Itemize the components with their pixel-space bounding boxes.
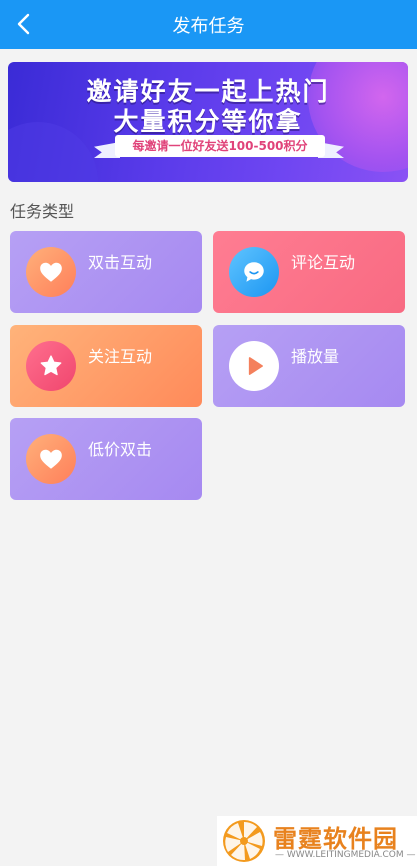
task-card-follow[interactable]: 关注互动 — [10, 325, 202, 407]
chat-bubble-icon — [229, 247, 279, 297]
banner-ribbon: 每邀请一位好友送100-500积分 — [115, 135, 325, 157]
section-title-task-type: 任务类型 — [10, 202, 75, 221]
star-icon — [26, 341, 76, 391]
task-card-comment[interactable]: 评论互动 — [213, 231, 405, 313]
watermark-logo-icon — [223, 820, 265, 862]
watermark: 雷霆软件园 — WWW.LEITINGMEDIA.COM — — [217, 816, 417, 866]
task-card-double-tap[interactable]: 双击互动 — [10, 231, 202, 313]
top-bar: 发布任务 — [0, 0, 417, 49]
task-label: 评论互动 — [291, 253, 356, 272]
task-card-play-count[interactable]: 播放量 — [213, 325, 405, 407]
page-title: 发布任务 — [172, 16, 245, 37]
banner-subheadline: 大量积分等你拿 — [113, 107, 303, 136]
heart-icon — [26, 434, 76, 484]
task-label: 低价双击 — [88, 440, 153, 459]
watermark-brand: 雷霆软件园 — [273, 825, 398, 853]
task-label: 播放量 — [291, 347, 340, 366]
task-card-cheap-double-tap[interactable]: 低价双击 — [10, 418, 202, 500]
invite-banner[interactable]: 邀请好友一起上热门 大量积分等你拿 每邀请一位好友送100-500积分 — [8, 62, 408, 182]
play-icon — [229, 341, 279, 391]
task-label: 关注互动 — [88, 347, 153, 366]
task-label: 双击互动 — [88, 253, 153, 272]
heart-icon — [26, 247, 76, 297]
watermark-url: — WWW.LEITINGMEDIA.COM — — [275, 850, 416, 860]
